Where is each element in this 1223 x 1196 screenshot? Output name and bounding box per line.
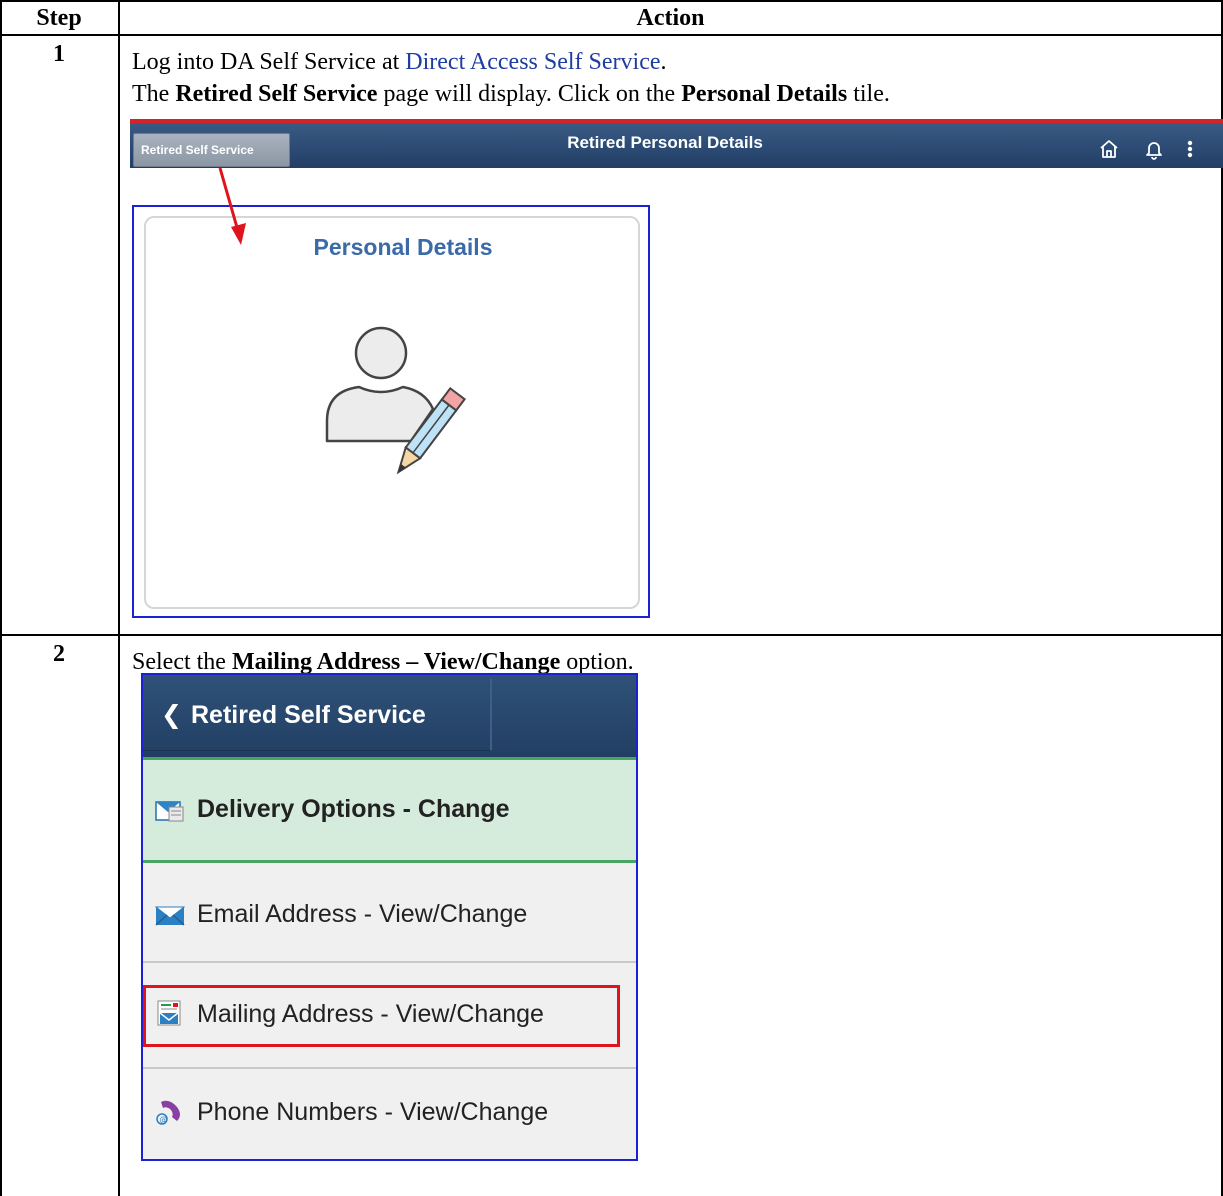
chevron-left-icon: ❮ — [161, 701, 182, 729]
bell-icon[interactable] — [1143, 137, 1165, 161]
table-row-divider — [0, 634, 1223, 636]
menu-item-label: Email Address - View/Change — [197, 900, 528, 928]
retired-personal-details-header: Retired Self Service Retired Personal De… — [130, 119, 1223, 168]
menu-item-email-address[interactable]: Email Address - View/Change — [143, 863, 636, 963]
page-title: Retired Personal Details — [567, 133, 763, 152]
step-1-line-1: Log into DA Self Service at Direct Acces… — [132, 49, 667, 75]
menu-item-label: Phone Numbers - View/Change — [197, 1098, 549, 1126]
header-action: Action — [636, 5, 705, 31]
svg-text:@: @ — [160, 1115, 168, 1124]
table-border-top — [0, 0, 1223, 2]
step-number-2: 2 — [53, 641, 65, 667]
delivery-options-menu: ❮ Retired Self Service Delivery Options -… — [141, 673, 638, 1161]
email-icon — [155, 906, 185, 926]
person-edit-icon — [325, 326, 467, 475]
table-column-divider — [118, 0, 120, 1196]
menu-item-mailing-address[interactable]: Mailing Address - View/Change — [143, 965, 636, 1069]
menu-item-delivery-options[interactable]: Delivery Options - Change — [143, 757, 636, 863]
personal-details-tile[interactable]: Personal Details — [144, 216, 640, 609]
phone-icon: @ — [156, 1100, 180, 1125]
menu-item-phone-numbers[interactable]: @ Phone Numbers - View/Change — [143, 1071, 636, 1159]
back-to-retired-self-service[interactable]: ❮ Retired Self Service — [143, 679, 492, 751]
menu-item-label: Delivery Options - Change — [197, 795, 510, 823]
menu-item-label: Mailing Address - View/Change — [197, 1000, 544, 1028]
header-step: Step — [36, 5, 82, 31]
menu-header: ❮ Retired Self Service — [143, 675, 636, 757]
retired-self-service-button[interactable]: Retired Self Service — [133, 133, 290, 167]
direct-access-link[interactable]: Direct Access Self Service — [405, 49, 660, 75]
step-number-1: 1 — [53, 41, 65, 67]
step-2-line-1: Select the Mailing Address – View/Change… — [132, 649, 634, 675]
delivery-options-icon — [155, 801, 184, 822]
table-header-divider — [0, 34, 1223, 36]
mailing-address-icon — [157, 1000, 181, 1026]
step-1-line-2: The Retired Self Service page will displ… — [132, 81, 890, 107]
personal-details-tile-frame: Personal Details — [132, 205, 650, 618]
red-arrow-icon — [218, 167, 246, 245]
table-border-left — [0, 0, 2, 1196]
more-vertical-icon[interactable] — [1179, 137, 1201, 161]
home-icon[interactable] — [1098, 137, 1120, 161]
